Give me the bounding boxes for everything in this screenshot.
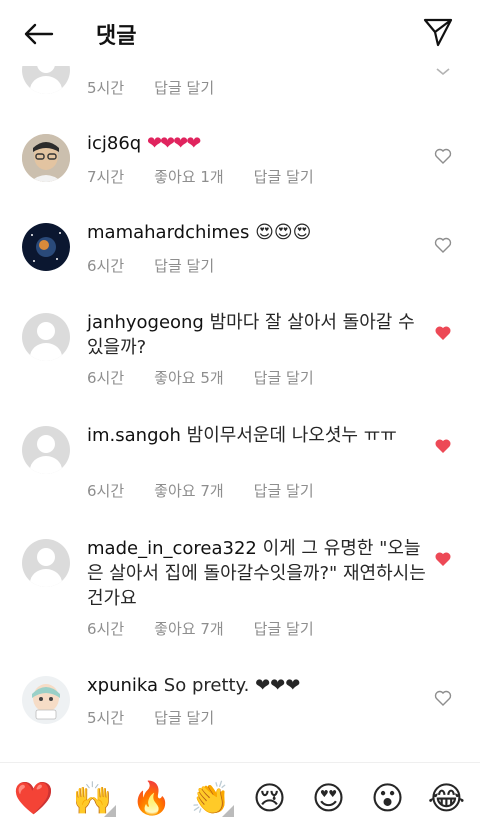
emoji-raised-hands-button[interactable]: 🙌 (70, 775, 116, 821)
likes-count[interactable]: 좋아요 7개 (154, 480, 224, 501)
username[interactable]: icj86q (87, 133, 141, 154)
comment-meta: 5시간 답글 달기 (87, 707, 244, 728)
comment-list[interactable]: 5시간 답글 달기 icj86q ❤❤❤❤ 7시간 좋아요 1개 답글 달기 m… (0, 0, 480, 762)
reply-button[interactable]: 답글 달기 (154, 707, 214, 728)
reply-button[interactable]: 답글 달기 (254, 367, 314, 388)
emoji-fire-button[interactable]: 🔥 (129, 775, 175, 821)
reply-button[interactable]: 답글 달기 (154, 255, 214, 276)
paper-plane-icon (423, 18, 453, 47)
comment-time: 5시간 (87, 79, 125, 97)
avatar[interactable] (22, 223, 70, 271)
emoji-surprised-button[interactable]: 😮 (365, 775, 411, 821)
avatar[interactable] (22, 426, 70, 474)
emoji-reaction-bar: ❤️ 🙌 🔥 👏 😢 😍 😮 😂 (0, 762, 480, 832)
username[interactable]: mamahardchimes (87, 222, 249, 243)
top-app-bar: 댓글 (0, 0, 480, 66)
comment-meta: 6시간 좋아요 7개 답글 달기 (87, 618, 344, 639)
comment-text: im.sangoh 밤이무서운데 나오셧누 ㅠㅠ (87, 423, 417, 448)
comment-content: ❤❤❤❤ (146, 133, 201, 154)
comment-time: 5시간 (87, 709, 125, 727)
reply-button[interactable]: 답글 달기 (154, 77, 214, 98)
username[interactable]: janhyogeong (87, 312, 204, 333)
share-button[interactable] (418, 12, 458, 52)
comment-text: xpunika So pretty. ❤❤❤ (87, 673, 417, 698)
heart-outline-icon[interactable] (433, 688, 453, 708)
heart-outline-icon[interactable] (433, 146, 453, 166)
avatar[interactable] (22, 134, 70, 182)
comment-time: 6시간 (87, 482, 125, 500)
emoji-heart-eyes-button[interactable]: 😍 (306, 775, 352, 821)
comment-content: 😍😍😍 (255, 222, 312, 243)
username[interactable]: made_in_corea322 (87, 538, 257, 559)
comment-meta: 6시간 좋아요 7개 답글 달기 (87, 480, 344, 501)
username[interactable]: im.sangoh (87, 425, 181, 446)
avatar[interactable] (22, 539, 70, 587)
reply-button[interactable]: 답글 달기 (254, 618, 314, 639)
comment-time: 7시간 (87, 168, 125, 186)
comment-meta: 6시간 답글 달기 (87, 255, 244, 276)
back-arrow-icon (24, 23, 54, 45)
comment-meta: 6시간 좋아요 5개 답글 달기 (87, 367, 344, 388)
reply-button[interactable]: 답글 달기 (254, 166, 314, 187)
emoji-laughing-button[interactable]: 😂 (424, 775, 470, 821)
reply-button[interactable]: 답글 달기 (254, 480, 314, 501)
heart-filled-icon[interactable] (433, 549, 453, 569)
avatar[interactable] (22, 313, 70, 361)
comment-time: 6시간 (87, 620, 125, 638)
comment-text: icj86q ❤❤❤❤ (87, 131, 417, 156)
emoji-clap-button[interactable]: 👏 (188, 775, 234, 821)
comment-content: So pretty. ❤❤❤ (163, 675, 301, 696)
comment-time: 6시간 (87, 257, 125, 275)
comment-meta: 7시간 좋아요 1개 답글 달기 (87, 166, 344, 187)
emoji-heart-button[interactable]: ❤️ (11, 775, 57, 821)
back-button[interactable] (18, 16, 58, 52)
likes-count[interactable]: 좋아요 7개 (154, 618, 224, 639)
avatar[interactable] (22, 676, 70, 724)
likes-count[interactable]: 좋아요 5개 (154, 367, 224, 388)
comment-text: mamahardchimes 😍😍😍 (87, 220, 417, 245)
emoji-crying-button[interactable]: 😢 (247, 775, 293, 821)
comment-text: made_in_corea322 이게 그 유명한 "오늘은 살아서 집에 돌아… (87, 536, 427, 611)
comment-meta: 5시간 답글 달기 (87, 77, 244, 98)
heart-filled-icon[interactable] (433, 323, 453, 343)
heart-outline-icon[interactable] (433, 235, 453, 255)
comment-text: janhyogeong 밤마다 잘 살아서 돌아갈 수 있을까? (87, 310, 417, 360)
comment-time: 6시간 (87, 369, 125, 387)
page-title: 댓글 (96, 24, 137, 49)
comment-content: 밤이무서운데 나오셧누 ㅠㅠ (186, 425, 397, 446)
username[interactable]: xpunika (87, 675, 158, 696)
likes-count[interactable]: 좋아요 1개 (154, 166, 224, 187)
heart-filled-icon[interactable] (433, 436, 453, 456)
